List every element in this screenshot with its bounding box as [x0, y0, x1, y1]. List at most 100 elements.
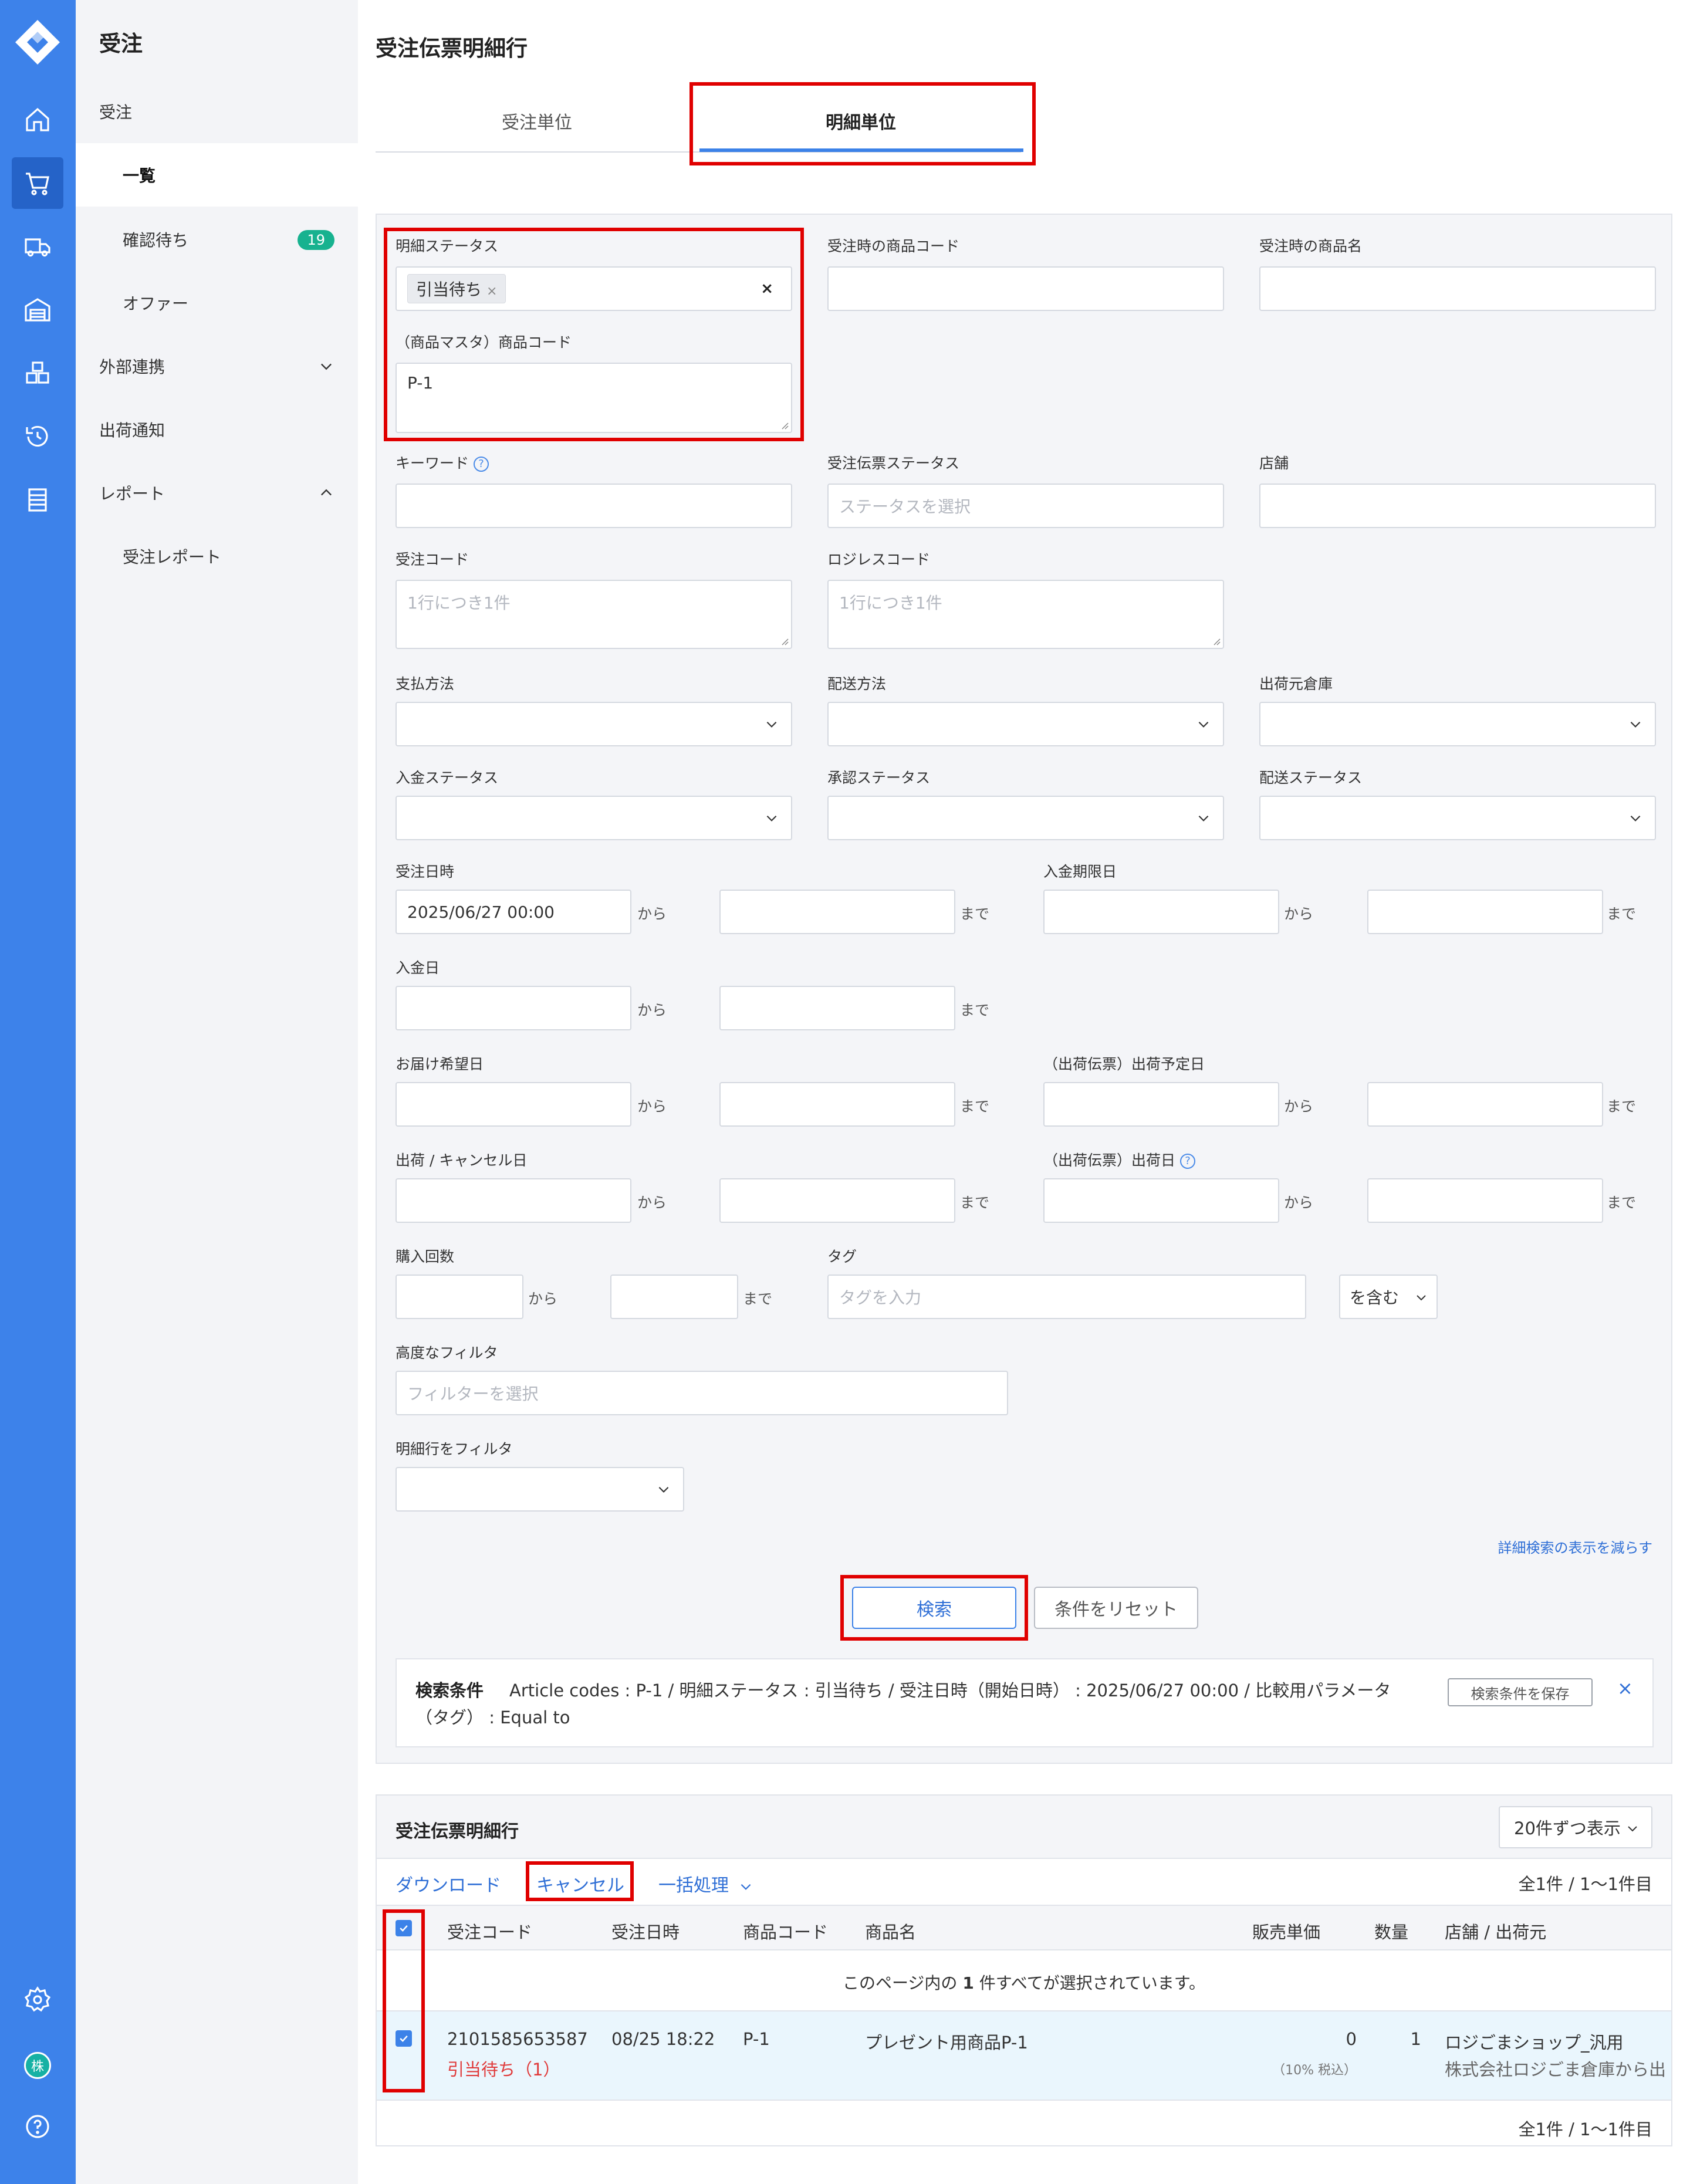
- tab-order-unit[interactable]: 受注単位: [376, 88, 698, 154]
- nav-item-reports[interactable]: レポート: [76, 461, 358, 525]
- advanced-filter-select[interactable]: フィルターを選択: [396, 1371, 1008, 1415]
- help-icon[interactable]: ?: [474, 457, 489, 472]
- search-conditions-text: Article codes : P-1 / 明細ステータス : 引当待ち / 受…: [415, 1681, 1391, 1727]
- order-product-code-input[interactable]: [827, 266, 1224, 311]
- cart-icon[interactable]: [12, 157, 63, 209]
- warehouse-icon[interactable]: [12, 284, 63, 336]
- order-date: 08/25 18:22: [611, 2029, 715, 2049]
- chevron-down-icon: [321, 363, 332, 370]
- ship-date-to-input[interactable]: [1367, 1178, 1603, 1223]
- logo-icon[interactable]: [13, 18, 62, 67]
- nav-item-ship-notice[interactable]: 出荷通知: [76, 398, 358, 461]
- slip-status-label: 受注伝票ステータス: [827, 455, 960, 472]
- range-from-text: から: [637, 905, 667, 922]
- order-datetime-to-input[interactable]: [719, 890, 955, 934]
- chevron-down-icon: [766, 721, 777, 728]
- keyword-input[interactable]: [396, 484, 792, 528]
- tag-input[interactable]: タグを入力: [827, 1274, 1306, 1319]
- ship-cancel-to-input[interactable]: [719, 1178, 955, 1223]
- save-conditions-button[interactable]: 検索条件を保存: [1448, 1678, 1593, 1706]
- settings-icon[interactable]: [12, 1974, 63, 2026]
- range-from-text: から: [637, 1098, 667, 1115]
- order-code-label: 受注コード: [396, 551, 469, 568]
- approval-status-select[interactable]: [827, 796, 1224, 840]
- order-datetime-from-input[interactable]: 2025/06/27 00:00: [396, 890, 631, 934]
- chevron-down-icon: [766, 815, 777, 821]
- store-input[interactable]: [1259, 484, 1656, 528]
- planned-ship-to-input[interactable]: [1367, 1082, 1603, 1127]
- results-header: 受注伝票明細行 20件ずつ表示: [377, 1796, 1671, 1859]
- range-to-text: まで: [743, 1290, 773, 1307]
- planned-ship-from-input[interactable]: [1043, 1082, 1279, 1127]
- ship-cancel-from-input[interactable]: [396, 1178, 631, 1223]
- desired-delivery-from-input[interactable]: [396, 1082, 631, 1127]
- keyword-label: キーワード?: [396, 452, 489, 473]
- range-to-text: まで: [960, 1002, 990, 1019]
- home-icon[interactable]: [12, 94, 63, 146]
- nav-item-pending[interactable]: 確認待ち 19: [76, 208, 358, 271]
- help-icon[interactable]: [12, 2101, 63, 2152]
- logiless-code-textarea[interactable]: 1行につき1件: [827, 580, 1224, 649]
- product-code-link[interactable]: P-1: [743, 2029, 770, 2049]
- collapse-advanced-link[interactable]: 詳細検索の表示を減らす: [1498, 1536, 1652, 1557]
- nav-item-order-report[interactable]: 受注レポート: [76, 525, 358, 588]
- approval-status-label: 承認ステータス: [827, 769, 931, 786]
- payment-due-to-input[interactable]: [1367, 890, 1603, 934]
- ship-origin: 株式会社ロジごま倉庫から出: [1445, 2060, 1667, 2080]
- ship-warehouse-label: 出荷元倉庫: [1259, 675, 1333, 692]
- line-filter-select[interactable]: [396, 1467, 684, 1512]
- avatar[interactable]: 株: [24, 2052, 51, 2079]
- order-product-name-input[interactable]: [1259, 266, 1656, 311]
- payment-status-select[interactable]: [396, 796, 792, 840]
- download-button[interactable]: ダウンロード: [396, 1871, 501, 1896]
- range-from-text: から: [528, 1290, 558, 1307]
- resize-grip-icon[interactable]: [780, 637, 789, 645]
- column-header: 販売単価: [1252, 1922, 1321, 1942]
- purchase-count-from-input[interactable]: [396, 1274, 523, 1319]
- delivery-method-select[interactable]: [827, 702, 1224, 746]
- history-icon[interactable]: [12, 411, 63, 462]
- resize-grip-icon[interactable]: [1212, 637, 1221, 645]
- order-product-code-label: 受注時の商品コード: [827, 238, 960, 255]
- desired-delivery-to-input[interactable]: [719, 1082, 955, 1127]
- nav-item-integrations[interactable]: 外部連携: [76, 334, 358, 398]
- nav-item-orders[interactable]: 受注: [76, 80, 358, 143]
- nav-item-label: 受注: [99, 103, 133, 122]
- unit-price: 0: [1346, 2029, 1357, 2049]
- per-page-value: 20件ずつ表示: [1514, 1818, 1621, 1838]
- range-from-text: から: [1284, 1098, 1314, 1115]
- order-code-link[interactable]: 2101585653587: [447, 2029, 588, 2049]
- per-page-select[interactable]: 20件ずつ表示: [1499, 1806, 1652, 1848]
- chevron-down-icon: [1628, 1826, 1637, 1832]
- truck-icon[interactable]: [12, 221, 63, 272]
- pending-count-badge: 19: [298, 230, 334, 250]
- reset-button[interactable]: 条件をリセット: [1034, 1587, 1198, 1629]
- nav-item-list[interactable]: 一覧: [76, 143, 358, 207]
- help-icon[interactable]: ?: [1180, 1154, 1196, 1169]
- payment-method-select[interactable]: [396, 702, 792, 746]
- ship-date-from-input[interactable]: [1043, 1178, 1279, 1223]
- bulk-action-button[interactable]: 一括処理: [658, 1871, 753, 1896]
- ship-cancel-date-label: 出荷 / キャンセル日: [396, 1152, 528, 1169]
- order-code-textarea[interactable]: 1行につき1件: [396, 580, 792, 649]
- ship-warehouse-select[interactable]: [1259, 702, 1656, 746]
- payment-due-from-input[interactable]: [1043, 890, 1279, 934]
- payment-date-to-input[interactable]: [719, 986, 955, 1030]
- order-product-name-label: 受注時の商品名: [1259, 238, 1363, 255]
- purchase-count-to-input[interactable]: [610, 1274, 738, 1319]
- chevron-down-icon: [1630, 815, 1641, 821]
- delivery-status-select[interactable]: [1259, 796, 1656, 840]
- payment-date-from-input[interactable]: [396, 986, 631, 1030]
- store-label: 店舗: [1259, 455, 1289, 472]
- tag-mode-select[interactable]: を含む: [1339, 1274, 1438, 1319]
- nav-item-offers[interactable]: オファー: [76, 271, 358, 334]
- ship-date-label: （出荷伝票）出荷日?: [1043, 1149, 1196, 1170]
- delivery-method-label: 配送方法: [827, 675, 887, 692]
- table-row[interactable]: 2101585653587 引当待ち（1） 08/25 18:22 P-1 プレ…: [377, 2011, 1671, 2101]
- boxes-icon[interactable]: [12, 347, 63, 399]
- slip-status-select[interactable]: ステータスを選択: [827, 484, 1224, 528]
- store-name: ロジごまショップ_汎用: [1445, 2033, 1624, 2053]
- highlight-box: [840, 1575, 1028, 1641]
- list-icon[interactable]: [12, 474, 63, 526]
- close-icon[interactable]: ×: [1617, 1677, 1633, 1699]
